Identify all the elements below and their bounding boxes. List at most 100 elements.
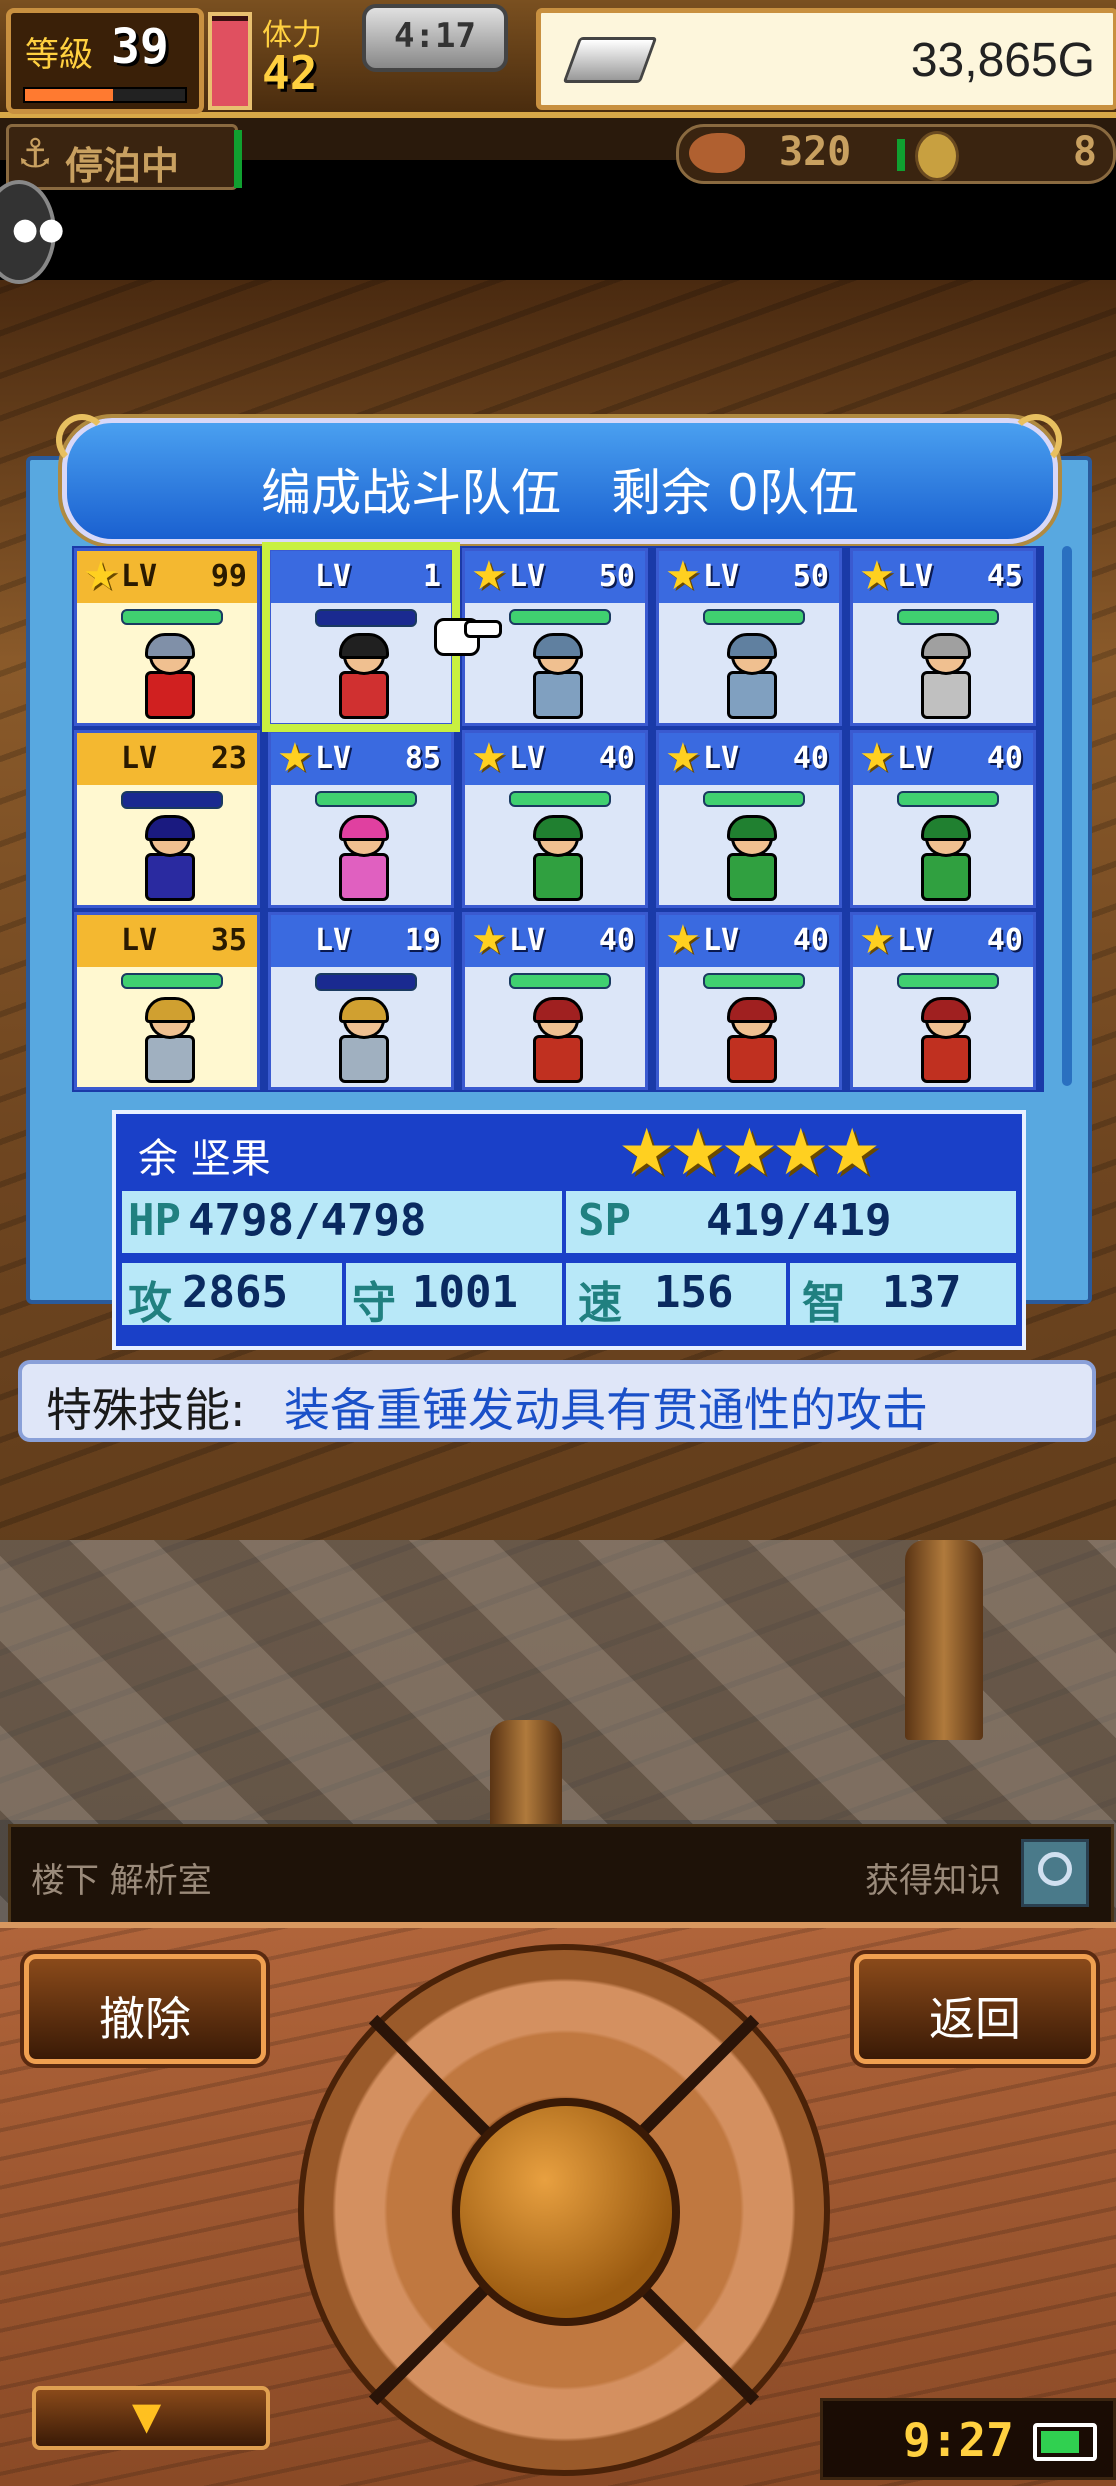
sprite-body [145,1035,195,1083]
unit-sprite [132,815,202,901]
skill-description: 装备重锤发动具有贯通性的攻击 [284,1383,928,1437]
pointing-hand-icon [424,612,502,656]
magnifier-icon[interactable] [1021,1839,1089,1907]
sprite-hair [727,633,777,659]
star-icon: ★ [471,735,507,781]
formation-title: 编成战斗队伍 剩余 0队伍 [261,464,859,522]
sprite-body [339,853,389,901]
unit-hp-bar [509,609,611,625]
unit-hp-bar [703,791,805,807]
unit-sprite [132,633,202,719]
sprite-hair [145,815,195,841]
directional-pad[interactable] [298,1944,830,2476]
system-status: 9:27 [820,2398,1116,2480]
unit-level: 40 [792,741,829,776]
unit-hp-bar [121,973,223,989]
lv-label: LV [315,741,352,776]
formation-title-bar: 编成战斗队伍 剩余 0队伍 [62,418,1058,544]
vertical-gauge [208,12,252,110]
character-name: 余 坚果 [138,1136,271,1182]
meat-icon [689,133,745,173]
unit-hp-bar [509,973,611,989]
star-icon: ★ [665,553,701,599]
unit-level: 19 [404,923,441,958]
special-skill-box: 特殊技能: 装备重锤发动具有贯通性的攻击 [18,1360,1096,1442]
unit-card[interactable]: ★ LV 40 [850,730,1036,908]
star-icon: ★ [665,917,701,963]
unit-card[interactable]: LV 19 [268,912,454,1090]
unit-sprite [326,633,396,719]
unit-sprite [132,997,202,1083]
unit-level: 40 [792,923,829,958]
spd-label: 速 [578,1278,622,1329]
unit-sprite [714,633,784,719]
unit-hp-bar [703,609,805,625]
unit-card[interactable]: ★ LV 45 [850,548,1036,726]
lv-label: LV [315,923,352,958]
hp-value: 4798/4798 [188,1195,427,1246]
unit-sprite [714,815,784,901]
sp-value: 419/419 [706,1195,892,1246]
unit-card[interactable]: ★ LV 40 [462,730,648,908]
unit-level: 40 [986,923,1023,958]
sprite-hair [533,815,583,841]
hand-finger [464,620,502,638]
chat-bubble-icon: ●● [12,212,65,247]
unit-card[interactable]: LV 23 [74,730,260,908]
clock-value: 4:17 [394,16,476,56]
food-value: 320 [779,129,852,175]
unit-card[interactable]: ★ LV 85 [268,730,454,908]
silver-bar-icon [562,37,658,83]
medal-value: 8 [1072,129,1097,175]
resource-bar: 320 8 [676,124,1116,184]
lv-label: LV [703,559,740,594]
unit-hp-bar [897,791,999,807]
stat-divider [342,1263,346,1325]
unit-card[interactable]: ★ LV 40 [462,912,648,1090]
anchor-status: ⚓ 停泊中 [6,124,238,190]
top-status-bar: 等級 39 体力 42 4:17 33,865G [0,0,1116,118]
stat-row: 攻 2865 守 1001 速 156 智 137 [122,1260,1016,1329]
unit-card[interactable]: ★ LV 50 [656,548,842,726]
unit-hp-bar [897,973,999,989]
sprite-hair [921,633,971,659]
unit-hp-bar [315,609,417,627]
sprite-body [533,671,583,719]
anchor-label: 停泊中 [65,144,180,188]
unit-sprite [714,997,784,1083]
unit-card[interactable]: ★ LV 99 [74,548,260,726]
unit-level: 50 [598,559,635,594]
unit-level: 23 [210,741,247,776]
level-value: 39 [111,19,169,75]
star-icon: ★ [859,553,895,599]
menu-toggle-button[interactable]: ▼ [32,2386,270,2450]
star-icon: ★ [859,735,895,781]
stat-row: HP 4798/4798 SP 419/419 [122,1188,1016,1253]
status-marker [897,139,905,171]
unit-level: 40 [598,923,635,958]
sprite-hair [921,815,971,841]
dpad-center-button[interactable] [452,2098,680,2326]
unit-hp-bar [703,973,805,989]
sprite-body [533,853,583,901]
sprite-body [727,853,777,901]
star-icon: ★ [277,735,313,781]
character-info: 余 坚果 ★★★★★ HP 4798/4798 SP 419/419 攻 286… [112,1110,1026,1350]
sprite-hair [727,997,777,1023]
back-button[interactable]: 返回 [854,1954,1096,2064]
unit-card[interactable]: ★ LV 40 [656,730,842,908]
unit-card[interactable]: ★ LV 40 [850,912,1036,1090]
unit-grid-scrollbar[interactable] [1062,546,1072,1086]
remove-button[interactable]: 撤除 [24,1954,266,2064]
int-value: 137 [882,1267,962,1318]
system-time: 9:27 [903,2413,1014,2467]
sprite-hair [339,997,389,1023]
gold-value: 33,865G [910,34,1095,87]
unit-sprite [520,633,590,719]
unit-hp-bar [315,791,417,807]
lv-label: LV [121,559,158,594]
back-button-label: 返回 [929,1992,1021,2046]
unit-card[interactable]: ★ LV 40 [656,912,842,1090]
unit-sprite [326,815,396,901]
unit-card[interactable]: LV 35 [74,912,260,1090]
